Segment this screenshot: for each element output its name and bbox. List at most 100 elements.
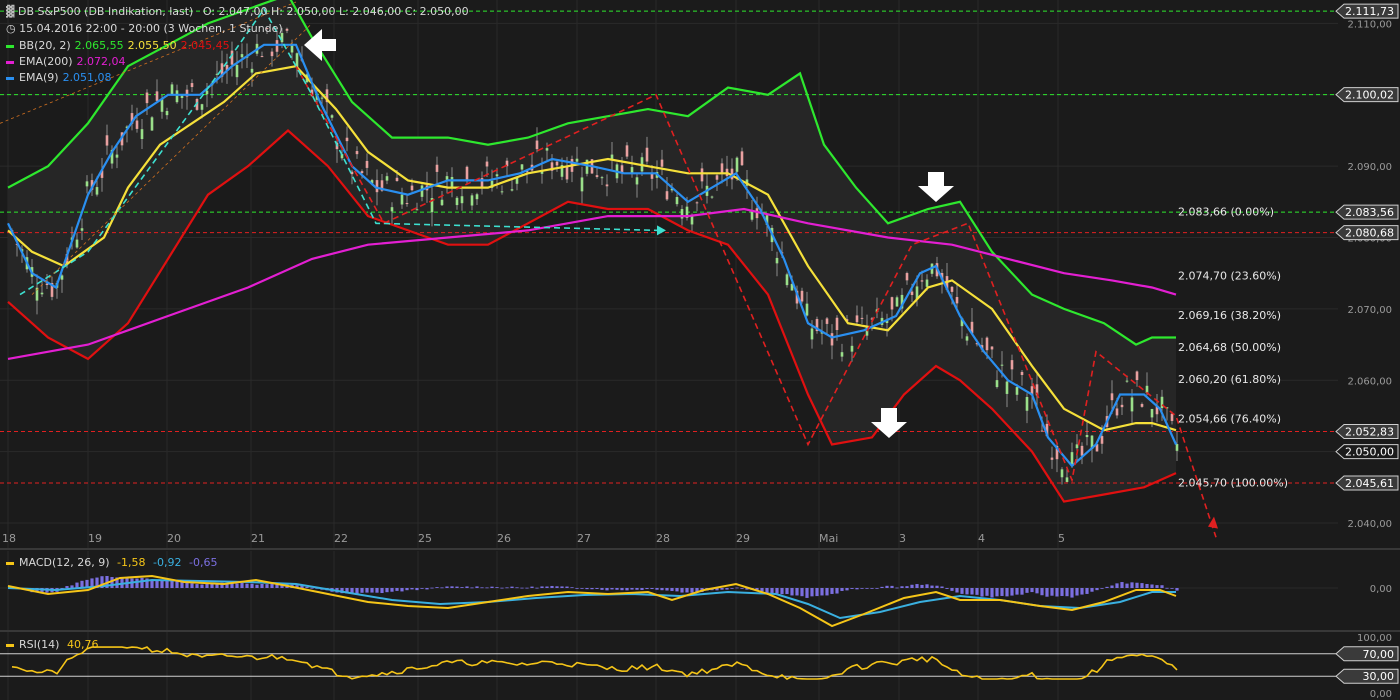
candle-body [360,171,364,174]
candle-body [660,159,664,167]
candle-body [965,336,969,341]
candle-body [145,92,149,104]
macd-hist-bar [385,588,389,593]
candle-body [830,333,834,346]
macd-hist-bar [530,586,534,588]
chart-title-row: ▓ DB S&P500 (DB Indikation, last) O: 2.0… [6,5,469,18]
macd-hist-bar [1115,583,1119,588]
macd-hist-bar [650,588,654,590]
candle-body [175,90,179,103]
macd-hist-bar [985,588,989,596]
macd-hist-value: -0,65 [188,556,218,569]
macd-hist-bar [475,586,479,588]
candle-body [1175,444,1179,451]
candle-body [495,174,499,177]
macd-hist-bar [355,588,359,594]
macd-hist-bar [1050,588,1054,596]
y-tick-label: 2.110,00 [1347,19,1392,30]
macd-hist-bar [110,577,114,588]
macd-hist-bar [945,588,949,589]
candle-body [235,65,239,78]
candle-body [825,318,829,324]
macd-hist-bar [815,588,819,597]
fib-label: 2.074,70 (23.60%) [1178,269,1281,282]
candle-body [330,115,334,118]
macd-hist-bar [675,588,679,592]
candle-body [95,187,99,195]
macd-hist-bar [380,588,384,594]
macd-hist-bar [190,583,194,588]
candle-body [270,51,274,57]
macd-hist-bar [1150,584,1154,588]
candle-body [290,45,294,53]
candle-body [200,104,204,110]
candle-body [1000,364,1004,366]
macd-hist-bar [935,585,939,588]
macd-hist-bar [860,588,864,589]
macd-hist-bar [790,588,794,596]
macd-hist-bar [855,588,859,590]
candle-body [715,175,719,180]
price-tag-label: 2.052,83 [1345,425,1394,438]
fib-label: 2.069,16 (38.20%) [1178,309,1281,322]
candle-body [140,129,144,140]
candle-body [260,56,264,58]
macd-hist-bar [1145,583,1149,588]
macd-hist-bar [450,586,454,588]
macd-hist-bar [1090,588,1094,592]
macd-hist-bar [590,588,594,590]
macd-hist-bar [610,588,614,590]
macd-hist-bar [1175,588,1179,591]
macd-hist-bar [605,588,609,591]
macd-hist-bar [585,588,589,590]
macd-hist-bar [460,587,464,588]
macd-hist-bar [1005,588,1009,597]
macd-hist-bar [1085,588,1089,594]
candle-body [700,168,704,182]
price-tag-label: 2.083,56 [1345,206,1394,219]
fib-label: 2.083,66 (0.00%) [1178,205,1274,218]
macd-hist-bar [620,588,624,591]
macd-hist-bar [570,587,574,589]
macd-hist-bar [905,586,909,588]
macd-hist-bar [565,586,569,588]
macd-legend: MACD(12, 26, 9) -1,58 -0,92 -0,65 [6,556,217,569]
macd-hist-bar [1015,588,1019,595]
candle-body [1130,397,1134,412]
rsi-y-tick: 0,00 [1370,689,1392,700]
macd-hist-bar [980,588,984,597]
rsi-legend: RSI(14) 40,76 [6,638,98,651]
candle-body [75,239,79,248]
macd-hist-bar [840,588,844,591]
legend-row: EMA(200) 2.072,04 [6,55,126,68]
candle-body [85,181,89,187]
candle-body [855,315,859,323]
macd-hist-bar [1160,585,1164,588]
candle-body [1080,445,1084,456]
macd-hist-bar [1100,588,1104,589]
macd-hist-bar [735,587,739,589]
macd-hist-bar [170,580,174,588]
candle-body [545,148,549,151]
macd-hist-bar [205,583,209,588]
macd-hist-bar [670,588,674,591]
candle-body [805,303,809,316]
macd-hist-bar [575,588,579,589]
macd-hist-bar [310,587,314,589]
legend-value: 2.072,04 [76,55,126,68]
macd-hist-bar [845,588,849,591]
macd-hist-bar [550,585,554,588]
candle-body [905,273,909,281]
legend-value: 2.055,50 [127,39,177,52]
y-tick-label: 2.070,00 [1347,305,1392,316]
macd-hist-bar [1065,588,1069,597]
candle-body [435,164,439,172]
macd-hist-bar [1125,583,1129,588]
macd-hist-bar [490,586,494,588]
macd-hist-bar [995,588,999,597]
macd-hist-bar [880,586,884,588]
x-tick-label: 20 [167,532,181,545]
candle-body [1125,380,1129,382]
macd-hist-bar [1025,588,1029,593]
price-tag-label: 2.100,02 [1345,89,1394,102]
